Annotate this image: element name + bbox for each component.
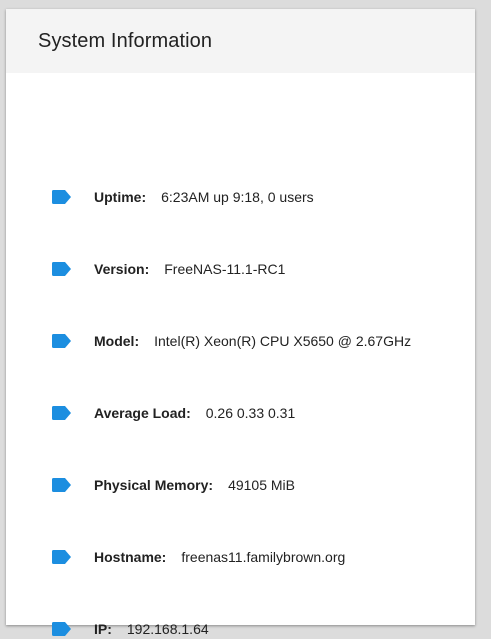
ip-label: IP: (94, 621, 112, 637)
uptime-label: Uptime: (94, 189, 147, 205)
hostname-label: Hostname: (94, 549, 167, 565)
info-row-physical-memory: Physical Memory: 49105 MiB (52, 475, 295, 495)
info-row-hostname: Hostname: freenas11.familybrown.org (52, 547, 345, 567)
physical-memory-label: Physical Memory: (94, 477, 214, 493)
card-header: System Information (6, 9, 475, 73)
tag-icon (52, 406, 72, 420)
version-value: FreeNAS-11.1-RC1 (164, 261, 286, 277)
card-title: System Information (38, 29, 213, 52)
average-load-value: 0.26 0.33 0.31 (205, 405, 296, 421)
physical-memory-value: 49105 MiB (228, 477, 295, 493)
info-row-uptime: Uptime: 6:23AM up 9:18, 0 users (52, 187, 314, 207)
model-label: Model: (94, 333, 140, 349)
info-row-version: Version: FreeNAS-11.1-RC1 (52, 259, 285, 279)
average-load-label: Average Load: (94, 405, 191, 421)
ip-value: 192.168.1.64 (126, 621, 209, 637)
system-information-card: System Information Uptime: 6:23AM up 9:1… (6, 9, 475, 637)
tag-icon (52, 550, 72, 564)
version-label: Version: (94, 261, 150, 277)
uptime-value: 6:23AM up 9:18, 0 users (161, 189, 314, 205)
info-row-average-load: Average Load: 0.26 0.33 0.31 (52, 403, 295, 423)
hostname-value: freenas11.familybrown.org (181, 549, 346, 565)
model-value: Intel(R) Xeon(R) CPU X5650 @ 2.67GHz (154, 333, 412, 349)
info-row-ip: IP: 192.168.1.64 (52, 619, 209, 639)
tag-icon (52, 334, 72, 348)
tag-icon (52, 190, 72, 204)
tag-icon (52, 478, 72, 492)
tag-icon (52, 262, 72, 276)
tag-icon (52, 622, 72, 636)
info-row-model: Model: Intel(R) Xeon(R) CPU X5650 @ 2.67… (52, 331, 411, 351)
